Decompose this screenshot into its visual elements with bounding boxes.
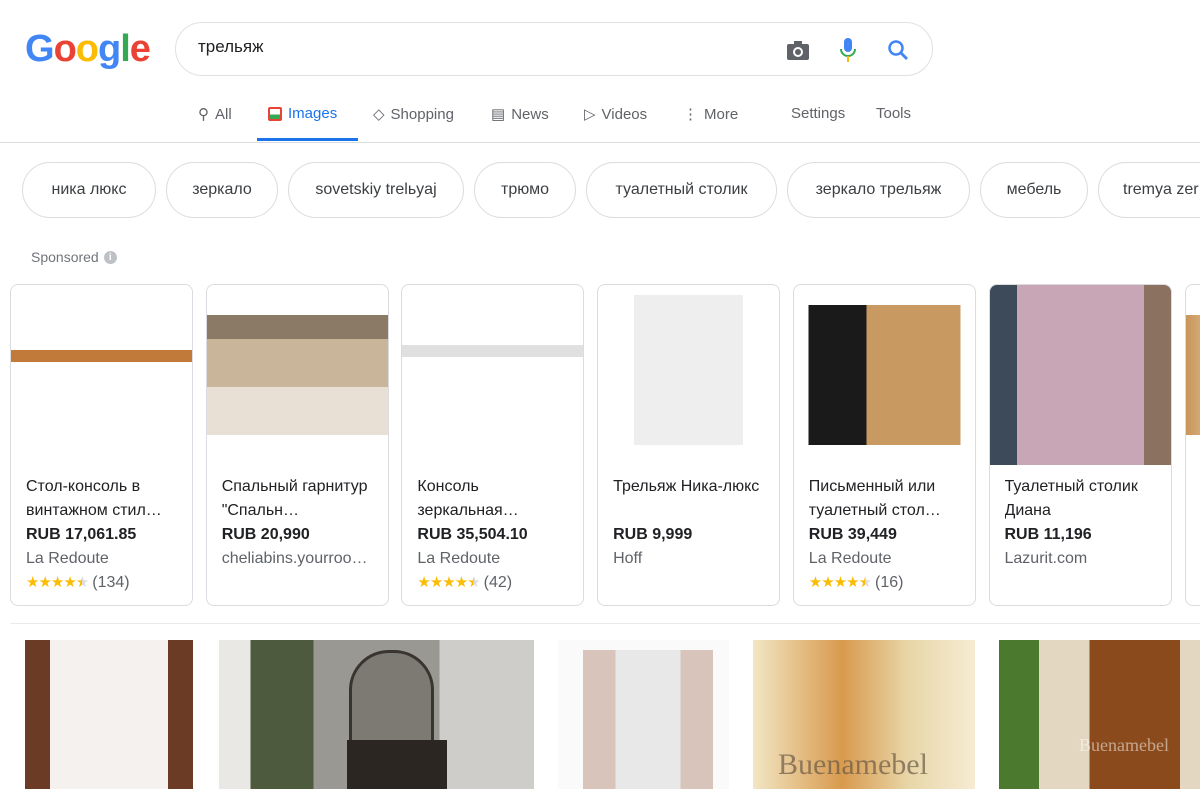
chip[interactable]: sovetskiy trelьyaj [288, 162, 464, 218]
product-price: RUB 20,990 [221, 526, 310, 543]
product-rating: ★★★★★ (42) [417, 571, 573, 595]
watermark: Buenamebel [1079, 735, 1169, 755]
tab-more[interactable]: ⋮ More [683, 105, 739, 124]
search-box [175, 22, 933, 76]
product-image [206, 315, 388, 435]
tab-label: All [215, 105, 232, 123]
search-input[interactable] [198, 37, 758, 57]
image-result[interactable] [219, 640, 534, 789]
product-title: Письменный или туалетный стол… [808, 478, 941, 519]
search-icon[interactable] [884, 36, 912, 64]
info-icon[interactable]: i [103, 250, 117, 264]
product-title: Спальный гарнитур "Спальн… [221, 478, 368, 519]
product-rating: ★★★★★ (16) [809, 571, 965, 595]
chip[interactable]: зеркало [166, 162, 278, 218]
search-icon: ⚲ [198, 106, 209, 123]
image-result[interactable] [558, 640, 729, 789]
product-price: RUB 39,449 [808, 526, 897, 543]
watermark: Buenamebel [778, 748, 928, 781]
sponsored-label: Sponsored i [31, 249, 117, 265]
image-icon [268, 106, 282, 121]
tag-icon: ◇ [373, 106, 385, 123]
google-logo[interactable]: Google [25, 28, 151, 71]
product-card[interactable]: Стол-консоль в винтажном стил… RUB 17,06… [10, 284, 193, 606]
sponsored-text: Sponsored [31, 249, 99, 265]
product-image [989, 285, 1171, 465]
tab-images[interactable]: Images [268, 105, 337, 122]
product-image [598, 295, 780, 445]
tab-shopping[interactable]: ◇ Shopping [373, 105, 454, 124]
product-store: Hoff [613, 550, 643, 567]
image-result[interactable] [25, 640, 193, 789]
product-store: La Redoute [417, 550, 501, 567]
tab-videos[interactable]: ▷ Videos [584, 105, 648, 124]
product-price: RUB 11,196 [1004, 526, 1092, 543]
divider [10, 623, 1200, 624]
product-store: La Redoute [26, 550, 109, 567]
divider [0, 142, 1200, 143]
product-card-partial[interactable] [1185, 284, 1200, 606]
product-card[interactable]: Трельяж Ника-люкс RUB 9,999 Hoff [597, 284, 781, 606]
product-title: Трельяж Ника-люкс [613, 478, 760, 495]
star-rating-icon: ★★★★★ [417, 574, 480, 591]
product-image [793, 305, 975, 445]
product-title: Консоль зеркальная… [417, 478, 519, 519]
product-price: RUB 35,504.10 [417, 526, 528, 543]
tab-news[interactable]: ▤ News [491, 105, 549, 124]
microphone-icon[interactable] [834, 36, 862, 64]
chip[interactable]: ника люкс [22, 162, 156, 218]
chip[interactable]: трюмо [474, 162, 576, 218]
product-store: cheliabins.yourroo… [221, 550, 368, 567]
chip[interactable]: мебель [980, 162, 1088, 218]
star-rating-icon: ★★★★★ [808, 574, 872, 591]
settings-link[interactable]: Settings [791, 105, 845, 122]
tab-label: Images [288, 105, 338, 122]
product-store: La Redoute [808, 550, 892, 567]
camera-icon[interactable] [784, 36, 812, 64]
news-icon: ▤ [491, 106, 506, 123]
product-price: RUB 9,999 [613, 526, 693, 543]
product-card[interactable]: Письменный или туалетный стол… RUB 39,44… [792, 284, 976, 606]
product-price: RUB 17,061.85 [26, 526, 137, 543]
product-title: Туалетный столик Диана [1004, 478, 1138, 519]
tab-all[interactable]: ⚲ All [198, 105, 232, 124]
active-tab-indicator [257, 138, 358, 141]
product-rating: ★★★★★ (134) [26, 571, 182, 595]
product-image [11, 305, 192, 455]
review-count: (42) [483, 574, 513, 591]
tab-label: More [704, 105, 739, 123]
tab-label: News [511, 105, 549, 123]
image-result[interactable]: Buenamebel [753, 640, 975, 789]
product-store: Lazurit.com [1004, 550, 1088, 567]
product-image [402, 315, 584, 435]
play-icon: ▷ [584, 106, 596, 123]
review-count: (16) [875, 574, 904, 591]
chip[interactable]: туалетный столик [586, 162, 777, 218]
product-card[interactable]: Консоль зеркальная… RUB 35,504.10 La Red… [401, 284, 585, 606]
more-vert-icon: ⋮ [683, 106, 698, 123]
product-card[interactable]: Туалетный столик Диана RUB 11,196 Lazuri… [988, 284, 1172, 606]
tab-label: Videos [601, 105, 648, 123]
product-card[interactable]: Спальный гарнитур "Спальн… RUB 20,990 ch… [205, 284, 389, 606]
image-result[interactable]: Buenamebel [999, 640, 1200, 789]
product-title: Стол-консоль в винтажном стил… [26, 478, 162, 519]
tools-link[interactable]: Tools [876, 105, 911, 122]
review-count: (134) [92, 574, 130, 591]
chip[interactable]: зеркало трельяж [787, 162, 970, 218]
tab-label: Shopping [390, 105, 454, 123]
chip[interactable]: tremya zer [1098, 162, 1200, 218]
star-rating-icon: ★★★★★ [26, 574, 89, 591]
